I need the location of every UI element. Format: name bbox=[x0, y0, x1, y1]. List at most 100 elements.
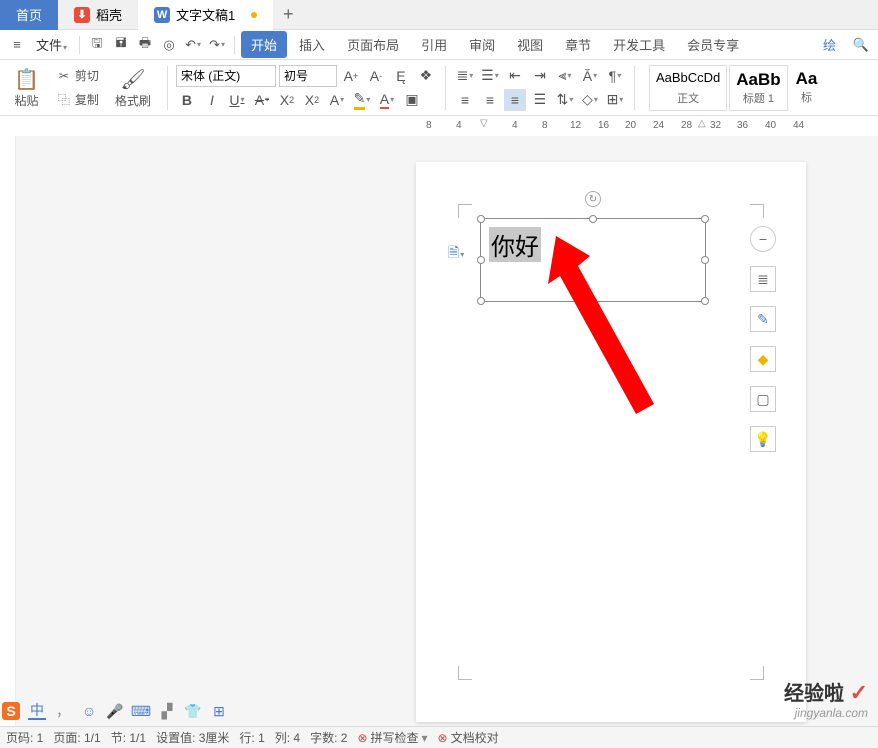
keyboard-icon[interactable]: ⌨ bbox=[132, 702, 150, 720]
status-row[interactable]: 行: 1 bbox=[239, 729, 264, 746]
menu-start[interactable]: 开始 bbox=[241, 31, 287, 58]
borders-button[interactable]: ⊞▾ bbox=[604, 89, 626, 111]
tab-home[interactable]: 首页 bbox=[0, 0, 58, 30]
align-justify-button[interactable]: ☰ bbox=[529, 89, 551, 111]
style-heading2[interactable]: Aa 标 bbox=[790, 65, 824, 111]
font-family-select[interactable] bbox=[176, 65, 276, 87]
style-normal[interactable]: AaBbCcDd 正文 bbox=[649, 65, 727, 111]
style-heading1[interactable]: AaBb 标题 1 bbox=[729, 65, 787, 111]
font-size-select[interactable] bbox=[279, 65, 337, 87]
status-page-no[interactable]: 页码: 1 bbox=[6, 729, 43, 746]
ideas-button[interactable]: 💡 bbox=[750, 426, 776, 452]
microphone-icon[interactable]: 🎤 bbox=[106, 702, 124, 720]
font-color-button[interactable]: A▾ bbox=[376, 89, 398, 111]
wrap-text-button[interactable]: ≣ bbox=[750, 266, 776, 292]
show-marks-button[interactable]: ¶▾ bbox=[604, 65, 626, 87]
print-preview-icon[interactable]: ◎ bbox=[158, 34, 180, 56]
change-case-button[interactable]: Ę bbox=[390, 65, 412, 87]
menu-draw[interactable]: 绘 bbox=[813, 31, 846, 58]
italic-button[interactable]: I bbox=[201, 89, 223, 111]
add-tab-button[interactable]: + bbox=[273, 4, 303, 25]
collapse-button[interactable]: − bbox=[750, 226, 776, 252]
resize-handle[interactable] bbox=[589, 297, 597, 305]
paste-button[interactable]: 📋 粘贴 bbox=[6, 64, 47, 112]
redo-icon[interactable]: ↷▾ bbox=[206, 34, 228, 56]
resize-handle[interactable] bbox=[701, 215, 709, 223]
fill-button[interactable]: ◆ bbox=[750, 346, 776, 372]
emoji-icon[interactable]: ☺ bbox=[80, 702, 98, 720]
cut-button[interactable]: ✂剪切 bbox=[51, 65, 103, 87]
ime-button[interactable]: 中 bbox=[28, 702, 46, 720]
layout-options-icon[interactable]: 🗎▾ bbox=[448, 242, 464, 266]
status-proof[interactable]: ⊗文档校对 bbox=[438, 729, 499, 746]
char-border-button[interactable]: ▣ bbox=[401, 89, 423, 111]
tab-document[interactable]: W 文字文稿1 bbox=[138, 0, 273, 30]
bold-button[interactable]: B bbox=[176, 89, 198, 111]
align-center-button[interactable]: ≡ bbox=[479, 89, 501, 111]
strikethrough-button[interactable]: A▾ bbox=[251, 89, 273, 111]
logo-icon[interactable]: S bbox=[2, 702, 20, 720]
tab-docer[interactable]: ⬇ 稻壳 bbox=[58, 0, 138, 30]
document-scroll[interactable]: 🗎▾ ↻ 你好 − ≣ ✎ ◆ ▢ 💡 bbox=[16, 136, 878, 726]
document-page[interactable]: 🗎▾ ↻ 你好 − ≣ ✎ ◆ ▢ 💡 bbox=[416, 162, 806, 722]
skin-icon[interactable]: ▞ bbox=[158, 702, 176, 720]
punctuation-icon[interactable]: ， bbox=[54, 702, 72, 720]
menu-chapter[interactable]: 章节 bbox=[555, 31, 601, 58]
menu-insert[interactable]: 插入 bbox=[289, 31, 335, 58]
menu-references[interactable]: 引用 bbox=[411, 31, 457, 58]
decrease-font-button[interactable]: A- bbox=[365, 65, 387, 87]
clear-format-button[interactable]: ❖ bbox=[415, 65, 437, 87]
toolbox-icon[interactable]: ⊞ bbox=[210, 702, 228, 720]
save-as-icon[interactable]: 🖬 bbox=[110, 34, 132, 56]
decrease-indent-button[interactable]: ⇤ bbox=[504, 65, 526, 87]
status-col[interactable]: 列: 4 bbox=[275, 729, 300, 746]
outline-button[interactable]: ✎ bbox=[750, 306, 776, 332]
horizontal-ruler[interactable]: 8 4 ▽ 4 8 12 16 20 24 28 △ 32 36 40 44 bbox=[420, 116, 878, 136]
sort-button[interactable]: Ă▾ bbox=[579, 65, 601, 87]
status-chars[interactable]: 字数: 2 bbox=[310, 729, 347, 746]
menu-page-layout[interactable]: 页面布局 bbox=[337, 31, 409, 58]
hamburger-icon[interactable]: ≡ bbox=[6, 34, 28, 56]
subscript-button[interactable]: X2 bbox=[301, 89, 323, 111]
increase-indent-button[interactable]: ⇥ bbox=[529, 65, 551, 87]
shading-button[interactable]: ◇▾ bbox=[579, 89, 601, 111]
status-page[interactable]: 页面: 1/1 bbox=[53, 729, 100, 746]
resize-handle[interactable] bbox=[701, 256, 709, 264]
resize-handle[interactable] bbox=[477, 256, 485, 264]
menu-dev-tools[interactable]: 开发工具 bbox=[603, 31, 675, 58]
format-painter-button[interactable]: 🖌 格式刷 bbox=[107, 64, 159, 112]
superscript-button[interactable]: X2 bbox=[276, 89, 298, 111]
menu-view[interactable]: 视图 bbox=[507, 31, 553, 58]
right-indent-marker-icon[interactable]: △ bbox=[698, 118, 706, 129]
indent-marker-icon[interactable]: ▽ bbox=[480, 118, 488, 129]
highlight-button[interactable]: ✎▾ bbox=[351, 89, 373, 111]
bullet-list-button[interactable]: ≣▾ bbox=[454, 65, 476, 87]
textbox[interactable]: ↻ 你好 bbox=[480, 218, 706, 302]
align-left-button[interactable]: ≡ bbox=[454, 89, 476, 111]
search-icon[interactable]: 🔍 bbox=[850, 34, 872, 56]
line-spacing-button[interactable]: ⇅▾ bbox=[554, 89, 576, 111]
textbox-content[interactable]: 你好 bbox=[489, 227, 541, 262]
menu-file[interactable]: 文件▾ bbox=[30, 35, 73, 54]
menu-review[interactable]: 审阅 bbox=[459, 31, 505, 58]
tab-settings-button[interactable]: ⫷▾ bbox=[554, 65, 576, 87]
tshirt-icon[interactable]: 👕 bbox=[184, 702, 202, 720]
menu-member[interactable]: 会员专享 bbox=[677, 31, 749, 58]
copy-button[interactable]: ⿻复制 bbox=[51, 89, 103, 111]
text-effects-button[interactable]: A▾ bbox=[326, 89, 348, 111]
print-icon[interactable]: 🖶 bbox=[134, 34, 156, 56]
underline-button[interactable]: U▾ bbox=[226, 89, 248, 111]
status-spellcheck[interactable]: ⊗拼写检查▾ bbox=[357, 729, 427, 746]
status-setting[interactable]: 设置值: 3厘米 bbox=[156, 729, 229, 746]
numbered-list-button[interactable]: ☰▾ bbox=[479, 65, 501, 87]
resize-handle[interactable] bbox=[477, 215, 485, 223]
resize-handle[interactable] bbox=[589, 215, 597, 223]
increase-font-button[interactable]: A+ bbox=[340, 65, 362, 87]
shape-button[interactable]: ▢ bbox=[750, 386, 776, 412]
resize-handle[interactable] bbox=[701, 297, 709, 305]
save-icon[interactable]: 🖫 bbox=[86, 34, 108, 56]
align-right-button[interactable]: ≡ bbox=[504, 89, 526, 111]
undo-icon[interactable]: ↶▾ bbox=[182, 34, 204, 56]
status-section[interactable]: 节: 1/1 bbox=[111, 729, 146, 746]
rotate-handle-icon[interactable]: ↻ bbox=[585, 191, 601, 207]
